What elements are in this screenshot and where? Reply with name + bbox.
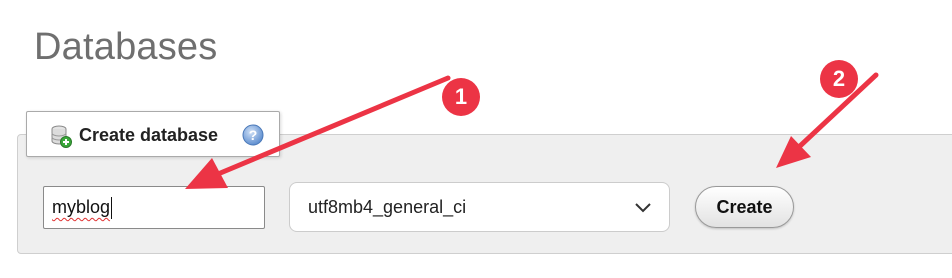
svg-text:?: ? (249, 127, 258, 143)
collation-select[interactable]: utf8mb4_general_ci (289, 182, 670, 232)
step-badge-2: 2 (820, 60, 858, 98)
database-name-value: myblog (52, 197, 111, 217)
page-title: Databases (34, 26, 218, 68)
database-name-input[interactable]: myblog (43, 186, 265, 229)
create-database-legend: Create database ? (26, 111, 280, 157)
database-add-icon (49, 124, 73, 148)
chevron-down-icon (635, 197, 651, 218)
text-caret (111, 196, 113, 219)
help-icon[interactable]: ? (242, 124, 264, 146)
step-badge-1: 1 (442, 78, 480, 116)
create-button[interactable]: Create (695, 186, 794, 228)
create-database-label: Create database (79, 125, 219, 145)
collation-selected-value: utf8mb4_general_ci (308, 196, 467, 217)
